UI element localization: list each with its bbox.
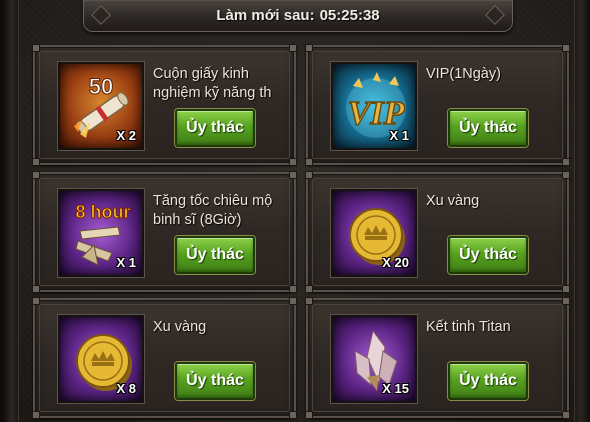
skill-scroll-icon-number: 50 bbox=[89, 74, 113, 99]
entrust-button[interactable]: Ủy thác bbox=[175, 109, 255, 147]
left-trim bbox=[3, 0, 19, 422]
recruit-speedup-icon-text: 8 hour bbox=[75, 202, 130, 222]
item-card-gold-8: X 8 Xu vàng Ủy thác bbox=[32, 297, 297, 419]
refresh-timer-header: Làm mới sau: 05:25:38 bbox=[83, 0, 513, 32]
item-name: Tăng tốc chiêu mộ binh sĩ (8Giờ) bbox=[153, 193, 273, 228]
entrust-button[interactable]: Ủy thác bbox=[448, 362, 528, 400]
right-trim bbox=[574, 0, 590, 422]
item-quantity: X 8 bbox=[116, 381, 136, 396]
item-name: VIP(1Ngày) bbox=[426, 66, 501, 82]
refresh-timer: Làm mới sau: 05:25:38 bbox=[216, 7, 379, 24]
item-card-gold-20: X 20 Xu vàng Ủy thác bbox=[305, 171, 570, 293]
item-name: Kết tinh Titan bbox=[426, 319, 511, 335]
item-quantity: X 1 bbox=[389, 128, 409, 143]
item-quantity: X 2 bbox=[116, 128, 136, 143]
item-card-recruit-speedup: 8 hour X 1 Tăng tốc chiêu mộ binh sĩ (8G… bbox=[32, 171, 297, 293]
item-quantity: X 15 bbox=[382, 381, 409, 396]
skill-exp-scroll-icon: 50 X 2 bbox=[58, 62, 144, 150]
vip-card-icon: VIP X 1 bbox=[331, 62, 417, 150]
vip-icon-text: VIP bbox=[348, 95, 405, 132]
refresh-countdown: 05:25:38 bbox=[319, 7, 380, 24]
item-card-skill-scroll: 50 X 2 Cuộn giấy kinh nghiệm kỹ năng th … bbox=[32, 44, 297, 166]
gold-coin-icon: X 8 bbox=[58, 315, 144, 403]
gold-coin-icon: X 20 bbox=[331, 189, 417, 277]
entrust-panel: Làm mới sau: 05:25:38 50 X 2 Cuộn giấy ki… bbox=[0, 0, 590, 422]
titan-crystal-icon: X 15 bbox=[331, 315, 417, 403]
item-quantity: X 1 bbox=[116, 255, 136, 270]
item-name: Xu vàng bbox=[153, 319, 207, 335]
item-card-vip: VIP X 1 VIP(1Ngày) Ủy thác bbox=[305, 44, 570, 166]
entrust-button[interactable]: Ủy thác bbox=[175, 362, 255, 400]
item-name: Cuộn giấy kinh nghiệm kỹ năng th bbox=[153, 66, 272, 101]
header-ornament-right bbox=[485, 5, 505, 25]
item-quantity: X 20 bbox=[382, 255, 409, 270]
entrust-button[interactable]: Ủy thác bbox=[448, 236, 528, 274]
item-card-titan-crystal: X 15 Kết tinh Titan Ủy thác bbox=[305, 297, 570, 419]
entrust-button[interactable]: Ủy thác bbox=[448, 109, 528, 147]
entrust-button[interactable]: Ủy thác bbox=[175, 236, 255, 274]
header-ornament-left bbox=[91, 5, 111, 25]
item-name: Xu vàng bbox=[426, 193, 480, 209]
recruit-speedup-icon: 8 hour X 1 bbox=[58, 189, 144, 277]
refresh-timer-label: Làm mới sau: bbox=[216, 7, 315, 24]
